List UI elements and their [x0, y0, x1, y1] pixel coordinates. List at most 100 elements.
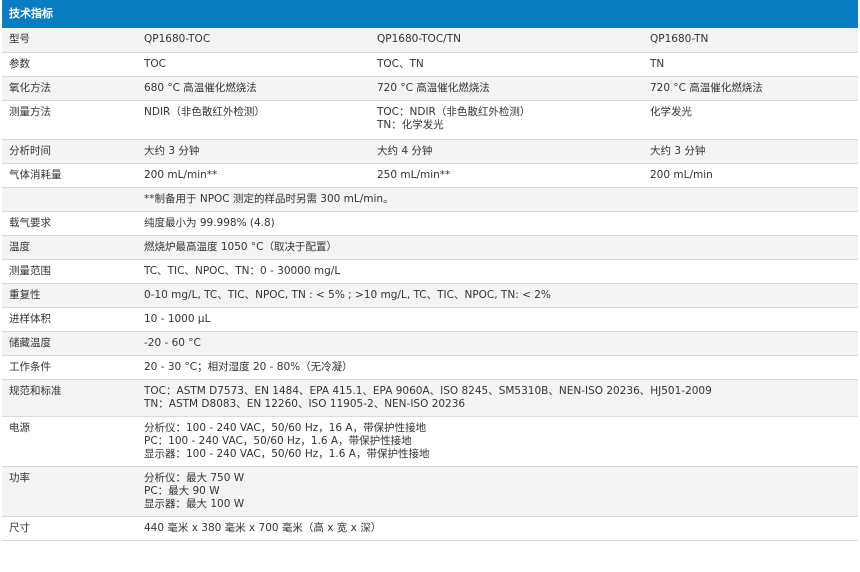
table-row: 温度 燃烧炉最高温度 1050 °C（取决于配置）: [2, 235, 858, 260]
row-label: 储藏温度: [2, 331, 137, 356]
cell-line: 250 mL/min**: [377, 168, 451, 181]
row-label: 进样体积: [2, 307, 137, 332]
cell-line: TN: [650, 57, 665, 70]
row-label: 规范和标准: [2, 379, 137, 417]
row-value: TN: [643, 52, 858, 77]
table-row: 测量范围 TC、TIC、NPOC、TN：0 - 30000 mg/L: [2, 259, 858, 284]
row-value: QP1680-TN: [643, 28, 858, 53]
row-value: **制备用于 NPOC 测定的样品时另需 300 mL/min。: [137, 187, 858, 212]
row-value: 纯度最小为 99.998% (4.8): [137, 211, 858, 236]
row-value: 10 - 1000 µL: [137, 307, 858, 332]
cell-line: 440 毫米 x 380 毫米 x 700 毫米（高 x 宽 x 深）: [144, 521, 382, 534]
row-value: 燃烧炉最高温度 1050 °C（取决于配置）: [137, 235, 858, 260]
cell-line: NDIR（非色散红外检测）: [144, 105, 265, 118]
row-value: 分析仪：最大 750 W PC：最大 90 W 显示器：最大 100 W: [137, 466, 858, 517]
row-label: 工作条件: [2, 355, 137, 380]
cell-line: 720 °C 高温催化燃烧法: [650, 81, 763, 94]
cell-line: 纯度最小为 99.998% (4.8): [144, 216, 275, 229]
cell-line: 0-10 mg/L, TC、TIC、NPOC, TN : < 5% ; >10 …: [144, 288, 551, 301]
cell-line: TOC: [144, 57, 167, 70]
table-row: **制备用于 NPOC 测定的样品时另需 300 mL/min。: [2, 187, 858, 212]
row-value: 680 °C 高温催化燃烧法: [137, 76, 370, 101]
table-row: 进样体积 10 - 1000 µL: [2, 307, 858, 332]
row-label: 氧化方法: [2, 76, 137, 101]
cell-line: 燃烧炉最高温度 1050 °C（取决于配置）: [144, 240, 337, 253]
cell-line: 大约 3 分钟: [650, 144, 706, 157]
cell-line: 20 - 30 °C；相对湿度 20 - 80%（无冷凝）: [144, 360, 353, 373]
row-value: TOC：ASTM D7573、EN 1484、EPA 415.1、EPA 906…: [137, 379, 858, 417]
spec-table: 型号 QP1680-TOC QP1680-TOC/TN QP1680-TN 参数 TOC T…: [2, 28, 858, 541]
row-label: 气体消耗量: [2, 163, 137, 188]
cell-line: 分析仪：最大 750 W: [144, 471, 245, 484]
row-label: 分析时间: [2, 139, 137, 164]
row-value: 720 °C 高温催化燃烧法: [370, 76, 643, 101]
row-label: 载气要求: [2, 211, 137, 236]
spec-table-container: 技术指标 型号 QP1680-TOC QP1680-TOC/TN QP1680-TN 参…: [2, 0, 858, 541]
row-value: 大约 4 分钟: [370, 139, 643, 164]
table-row: 测量方法 NDIR（非色散红外检测） TOC：NDIR（非色散红外检测） TN：化学发…: [2, 100, 858, 140]
row-value: 440 毫米 x 380 毫米 x 700 毫米（高 x 宽 x 深）: [137, 516, 858, 541]
table-row: 参数 TOC TOC、TN TN: [2, 52, 858, 77]
row-value: 20 - 30 °C；相对湿度 20 - 80%（无冷凝）: [137, 355, 858, 380]
row-label: 测量范围: [2, 259, 137, 284]
table-row: 重复性 0-10 mg/L, TC、TIC、NPOC, TN : < 5% ; >…: [2, 283, 858, 308]
row-value: NDIR（非色散红外检测）: [137, 100, 370, 140]
row-label: 尺寸: [2, 516, 137, 541]
cell-line: 200 mL/min**: [144, 168, 218, 181]
table-row: 工作条件 20 - 30 °C；相对湿度 20 - 80%（无冷凝）: [2, 355, 858, 380]
row-label: 型号: [2, 28, 137, 53]
row-label: 参数: [2, 52, 137, 77]
cell-line: 分析仪：100 - 240 VAC，50/60 Hz，16 A，带保护性接地: [144, 421, 427, 434]
table-row: 型号 QP1680-TOC QP1680-TOC/TN QP1680-TN: [2, 28, 858, 53]
row-value: 化学发光: [643, 100, 858, 140]
cell-line: TOC：NDIR（非色散红外检测）: [377, 105, 531, 118]
row-value: 大约 3 分钟: [137, 139, 370, 164]
row-value: TOC：NDIR（非色散红外检测） TN：化学发光: [370, 100, 643, 140]
table-row: 载气要求 纯度最小为 99.998% (4.8): [2, 211, 858, 236]
table-row: 储藏温度 -20 - 60 °C: [2, 331, 858, 356]
cell-line: QP1680-TOC: [144, 33, 211, 45]
cell-line: 10 - 1000 µL: [144, 312, 211, 325]
table-row: 尺寸 440 毫米 x 380 毫米 x 700 毫米（高 x 宽 x 深）: [2, 516, 858, 541]
table-row: 功率 分析仪：最大 750 W PC：最大 90 W 显示器：最大 100 W: [2, 466, 858, 517]
row-value: 200 mL/min: [643, 163, 858, 188]
cell-line: 化学发光: [650, 105, 692, 118]
cell-line: 显示器：最大 100 W: [144, 497, 245, 510]
table-row: 电源 分析仪：100 - 240 VAC，50/60 Hz，16 A，带保护性接地…: [2, 416, 858, 467]
row-label: 电源: [2, 416, 137, 467]
row-label: 测量方法: [2, 100, 137, 140]
row-value: QP1680-TOC/TN: [370, 28, 643, 53]
row-value: 大约 3 分钟: [643, 139, 858, 164]
cell-line: **制备用于 NPOC 测定的样品时另需 300 mL/min。: [144, 192, 394, 205]
cell-line: TOC：ASTM D7573、EN 1484、EPA 415.1、EPA 906…: [144, 384, 712, 397]
cell-line: 显示器：100 - 240 VAC，50/60 Hz，1.6 A，带保护性接地: [144, 447, 430, 460]
row-label: 重复性: [2, 283, 137, 308]
row-value: TOC、TN: [370, 52, 643, 77]
row-value: 720 °C 高温催化燃烧法: [643, 76, 858, 101]
row-value: TOC: [137, 52, 370, 77]
cell-line: QP1680-TN: [650, 33, 709, 45]
cell-line: 720 °C 高温催化燃烧法: [377, 81, 490, 94]
cell-line: TN：化学发光: [377, 118, 444, 131]
row-label: 功率: [2, 466, 137, 517]
row-value: 分析仪：100 - 240 VAC，50/60 Hz，16 A，带保护性接地 PC…: [137, 416, 858, 467]
table-header: 技术指标: [2, 0, 858, 28]
table-row: 规范和标准 TOC：ASTM D7573、EN 1484、EPA 415.1、EP…: [2, 379, 858, 417]
cell-line: TC、TIC、NPOC、TN：0 - 30000 mg/L: [144, 264, 341, 277]
row-label: 温度: [2, 235, 137, 260]
table-row: 氧化方法 680 °C 高温催化燃烧法 720 °C 高温催化燃烧法 720 °C 高…: [2, 76, 858, 101]
row-value: 0-10 mg/L, TC、TIC、NPOC, TN : < 5% ; >10 …: [137, 283, 858, 308]
row-label: [2, 187, 137, 212]
cell-line: -20 - 60 °C: [144, 336, 201, 349]
table-row: 分析时间 大约 3 分钟 大约 4 分钟 大约 3 分钟: [2, 139, 858, 164]
cell-line: 大约 3 分钟: [144, 144, 200, 157]
row-value: -20 - 60 °C: [137, 331, 858, 356]
table-row: 气体消耗量 200 mL/min** 250 mL/min** 200 mL/min: [2, 163, 858, 188]
row-value: 250 mL/min**: [370, 163, 643, 188]
cell-line: 大约 4 分钟: [377, 144, 433, 157]
cell-line: TOC、TN: [377, 57, 424, 70]
row-value: TC、TIC、NPOC、TN：0 - 30000 mg/L: [137, 259, 858, 284]
row-value: QP1680-TOC: [137, 28, 370, 53]
row-value: 200 mL/min**: [137, 163, 370, 188]
cell-line: 680 °C 高温催化燃烧法: [144, 81, 257, 94]
